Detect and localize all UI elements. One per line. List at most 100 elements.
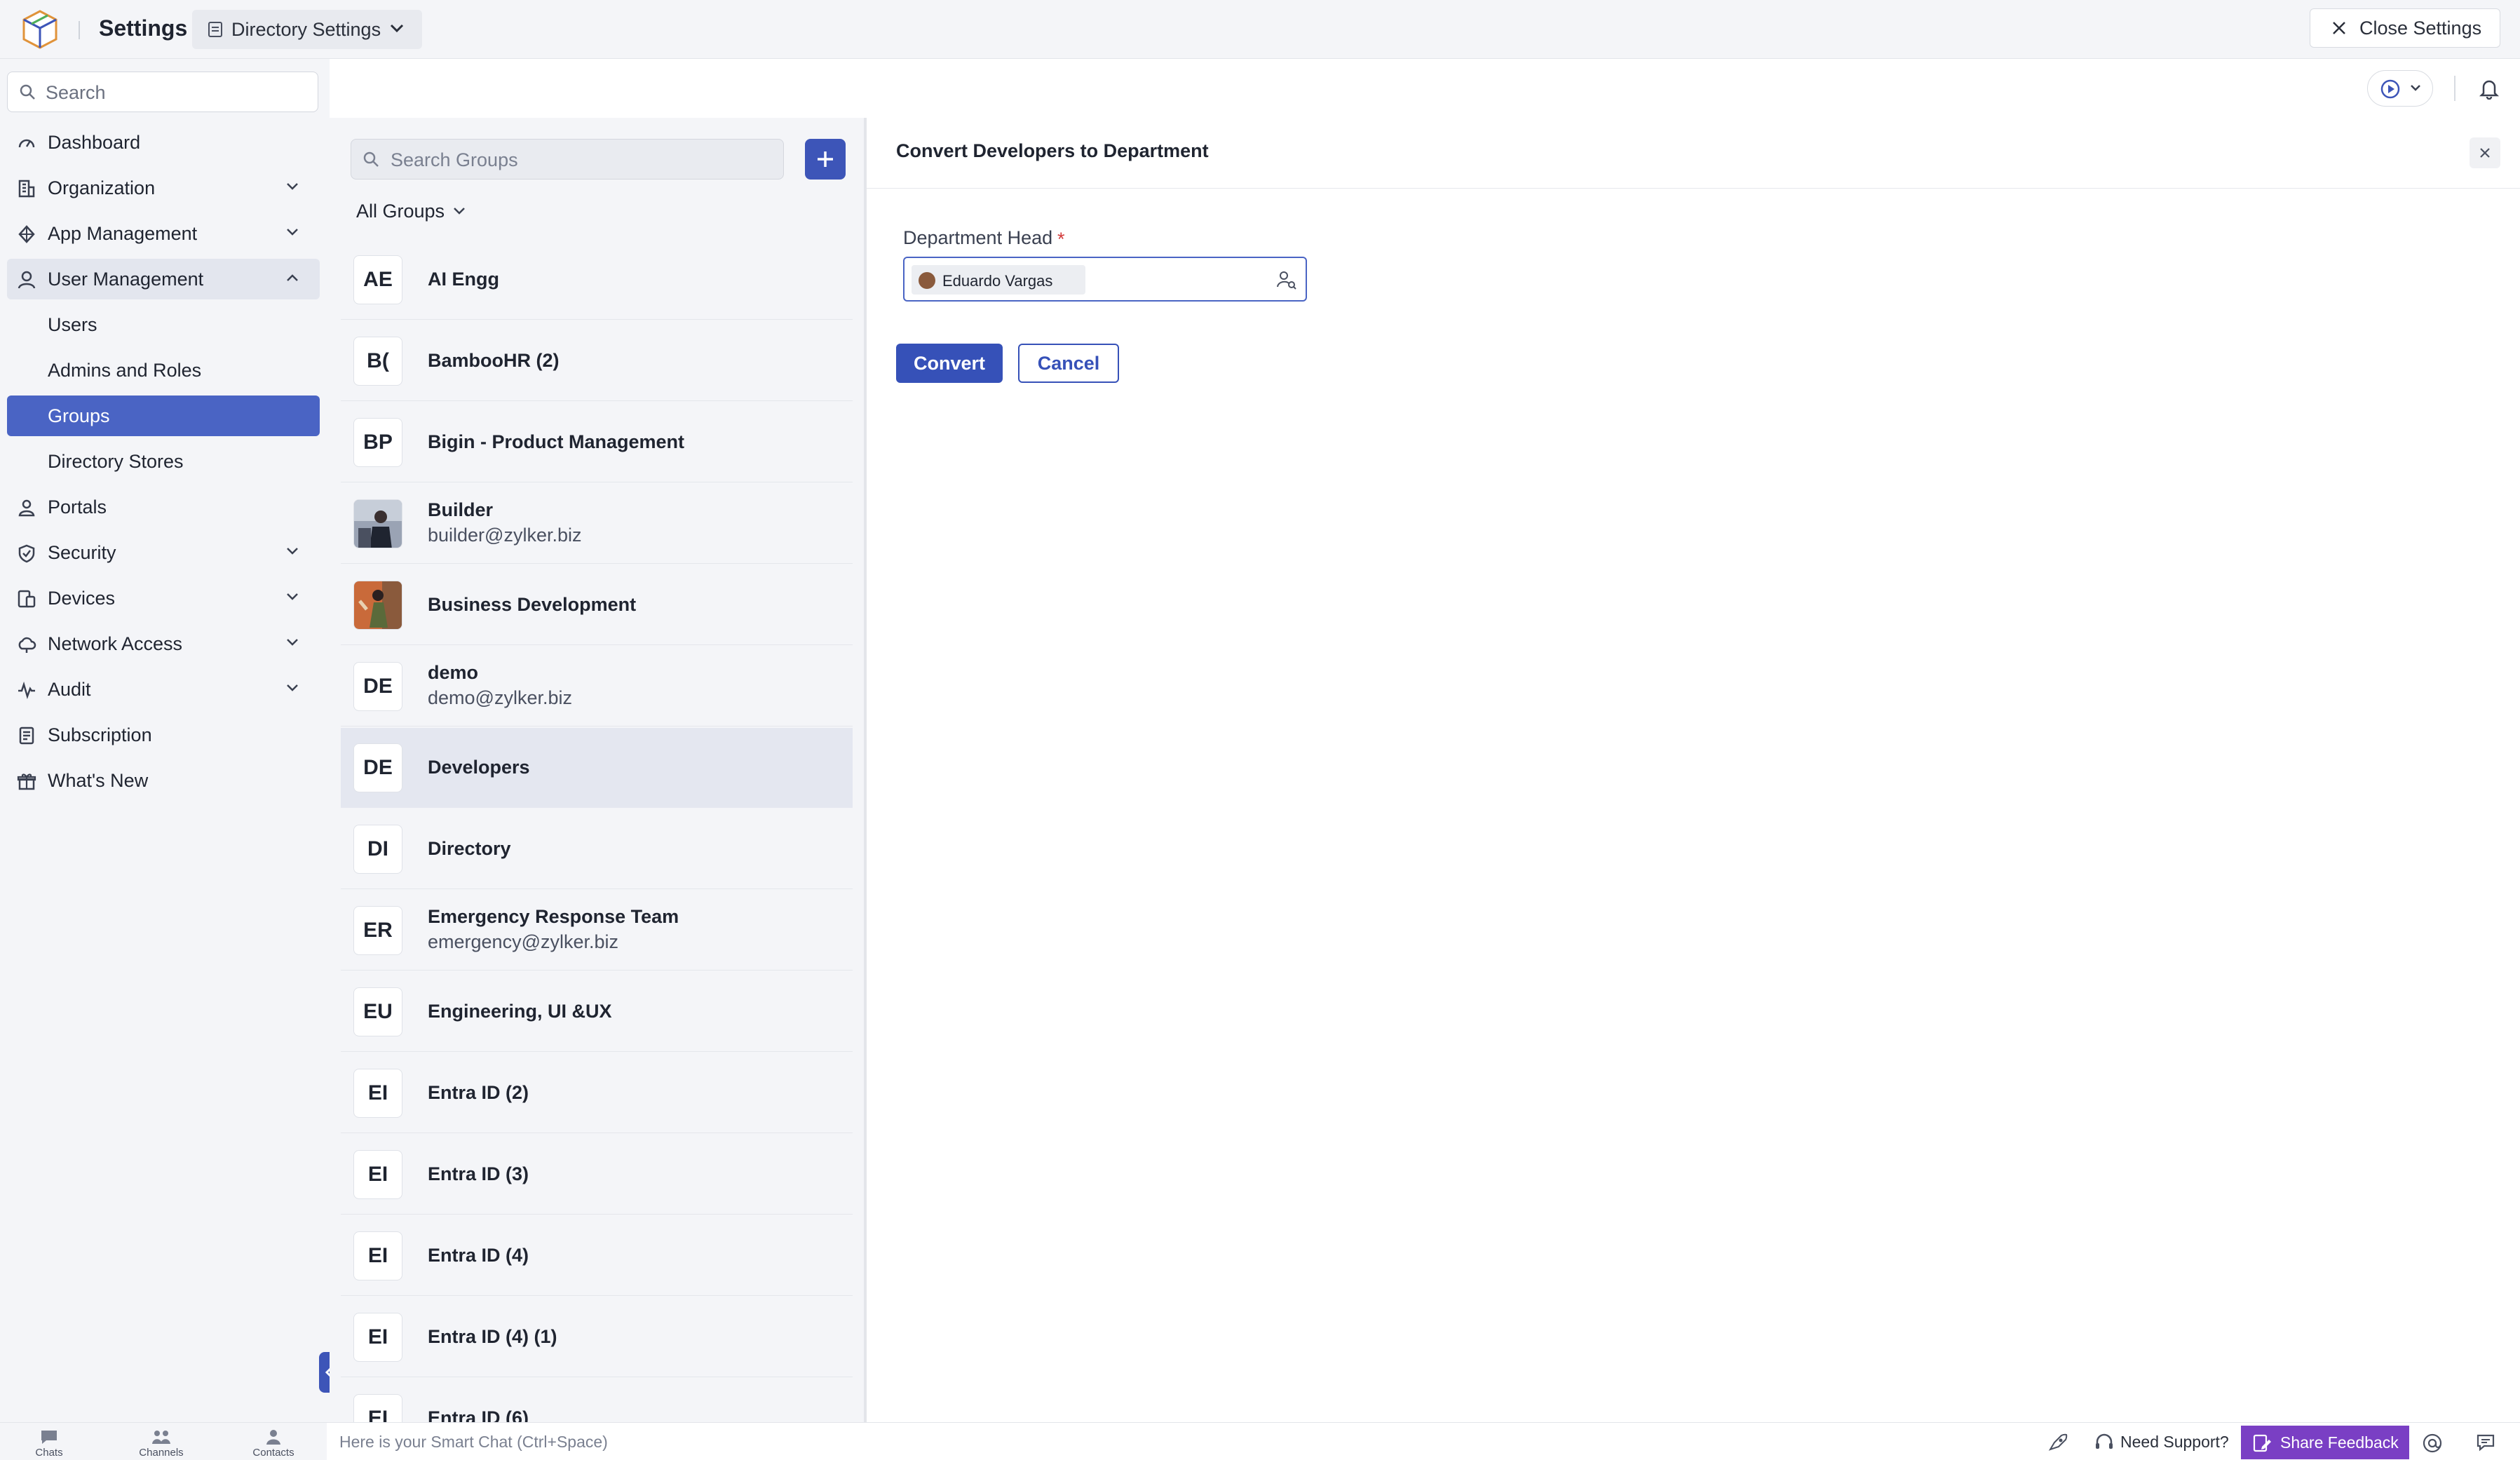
add-group-button[interactable] xyxy=(805,139,846,180)
sidebar-item-label: Organization xyxy=(48,177,156,198)
group-row[interactable]: EI Entra ID (4) xyxy=(341,1216,853,1296)
sidebar-item-organization[interactable]: Organization xyxy=(7,168,320,208)
group-avatar: AE xyxy=(353,255,402,304)
group-row[interactable]: AE AI Engg xyxy=(341,240,853,320)
sidebar-item-label: Dashboard xyxy=(48,132,141,153)
group-name: Entra ID (2) xyxy=(428,1082,529,1103)
sidebar-item-security[interactable]: Security xyxy=(7,532,320,573)
chat-tabs: Chats Channels Contacts xyxy=(0,1423,327,1460)
sidebar-subitem-admins-and-roles[interactable]: Admins and Roles xyxy=(7,350,320,391)
tab-label: Contacts xyxy=(252,1447,294,1459)
department-head-field[interactable]: Eduardo Vargas xyxy=(903,257,1307,302)
mention-icon[interactable] xyxy=(2422,1433,2443,1457)
directory-settings-label: Directory Settings xyxy=(231,19,381,40)
chevron-down-icon[interactable] xyxy=(453,206,466,219)
sidebar-item-network-access[interactable]: Network Access xyxy=(7,623,320,664)
sidebar-item-label: What's New xyxy=(48,770,149,791)
directory-settings-dropdown[interactable]: Directory Settings xyxy=(192,10,422,49)
bell-icon[interactable] xyxy=(2478,77,2500,103)
group-avatar: EU xyxy=(353,987,402,1036)
chevron-down-icon xyxy=(286,227,299,240)
group-row[interactable]: EI Entra ID (2) xyxy=(341,1053,853,1133)
dialog-divider xyxy=(867,188,2520,189)
sidebar-subitem-directory-stores[interactable]: Directory Stores xyxy=(7,441,320,482)
group-row[interactable]: EI Entra ID (4) (1) xyxy=(341,1297,853,1377)
sidebar-item-portals[interactable]: Portals xyxy=(7,487,320,527)
headset-icon[interactable] xyxy=(2094,1433,2115,1456)
sidebar-item-whats-new[interactable]: What's New xyxy=(7,760,320,801)
group-row[interactable]: EI Entra ID (3) xyxy=(341,1135,853,1215)
search-icon xyxy=(363,151,379,171)
group-row[interactable]: BP Bigin - Product Management xyxy=(341,403,853,482)
user-search-icon[interactable] xyxy=(1276,269,1297,294)
rocket-icon[interactable] xyxy=(2047,1433,2068,1456)
smart-chat-input[interactable]: Here is your Smart Chat (Ctrl+Space) xyxy=(339,1433,608,1452)
chat-bubble-icon[interactable] xyxy=(2475,1433,2496,1456)
group-row[interactable]: B( BambooHR (2) xyxy=(341,321,853,401)
tab-label: Channels xyxy=(139,1447,184,1459)
sidebar-item-label: Subscription xyxy=(48,724,152,745)
close-settings-button[interactable]: Close Settings xyxy=(2310,8,2500,48)
group-name: Business Development xyxy=(428,594,637,615)
cloud-icon xyxy=(17,635,36,654)
group-name: demo xyxy=(428,662,479,683)
app-logo xyxy=(20,8,60,50)
gift-icon xyxy=(17,771,36,791)
chevron-down-icon xyxy=(286,637,299,650)
group-name: Developers xyxy=(428,757,530,778)
sidebar-item-audit[interactable]: Audit xyxy=(7,669,320,710)
feedback-icon xyxy=(2252,1434,2272,1456)
sidebar-subitem-users[interactable]: Users xyxy=(7,304,320,345)
sidebar-item-dashboard[interactable]: Dashboard xyxy=(7,122,320,163)
sidebar: Search Dashboard Organization App Manage… xyxy=(0,59,330,1422)
chevron-down-icon xyxy=(286,592,299,604)
tab-contacts[interactable]: Contacts xyxy=(224,1426,323,1459)
group-row[interactable]: DI Directory xyxy=(341,809,853,889)
dialog-close-button[interactable] xyxy=(2470,137,2500,168)
tab-chats[interactable]: Chats xyxy=(0,1426,98,1459)
group-avatar: ER xyxy=(353,906,402,955)
header-separator xyxy=(2454,76,2455,101)
group-photo-avatar xyxy=(353,581,402,630)
group-name: Entra ID (4) xyxy=(428,1245,529,1266)
sidebar-item-subscription[interactable]: Subscription xyxy=(7,715,320,755)
sidebar-item-devices[interactable]: Devices xyxy=(7,578,320,619)
sidebar-search-input[interactable]: Search xyxy=(7,72,318,112)
need-support-link[interactable]: Need Support? xyxy=(2120,1433,2229,1452)
group-row[interactable]: EI Entra ID (6) xyxy=(341,1379,853,1422)
group-row[interactable]: EU Engineering, UI &UX xyxy=(341,972,853,1052)
search-groups-input[interactable]: Search Groups xyxy=(351,139,784,180)
chevron-down-icon xyxy=(390,23,404,36)
sidebar-item-app-management[interactable]: App Management xyxy=(7,213,320,254)
group-row-selected[interactable]: DE Developers xyxy=(341,728,853,808)
convert-button[interactable]: Convert xyxy=(896,344,1003,383)
app-management-icon xyxy=(17,224,36,244)
group-avatar: B( xyxy=(353,337,402,386)
cancel-button[interactable]: Cancel xyxy=(1018,344,1119,383)
group-name: BambooHR (2) xyxy=(428,350,560,371)
page-title: Settings xyxy=(99,15,188,41)
document-icon xyxy=(208,21,223,41)
tab-label: Chats xyxy=(35,1447,63,1459)
close-icon xyxy=(2480,148,2490,158)
subscription-icon xyxy=(17,726,36,745)
sidebar-item-label: User Management xyxy=(48,269,204,290)
sidebar-subitem-label: Groups xyxy=(48,405,110,426)
user-icon xyxy=(17,270,36,290)
group-row[interactable]: Builder builder@zylker.biz xyxy=(341,484,853,564)
presence-status-dropdown[interactable] xyxy=(2367,70,2433,107)
group-row[interactable]: ER Emergency Response Team emergency@zyl… xyxy=(341,891,853,971)
group-row[interactable]: DE demo demo@zylker.biz xyxy=(341,647,853,726)
share-feedback-button[interactable]: Share Feedback xyxy=(2241,1426,2409,1459)
sidebar-subitem-label: Directory Stores xyxy=(48,451,184,472)
chevron-down-icon xyxy=(286,546,299,559)
sidebar-subitem-groups[interactable]: Groups xyxy=(7,396,320,436)
group-name: Entra ID (4) (1) xyxy=(428,1326,557,1347)
group-row[interactable]: Business Development xyxy=(341,565,853,645)
sidebar-item-user-management[interactable]: User Management xyxy=(7,259,320,299)
all-groups-filter[interactable]: All Groups xyxy=(356,201,445,222)
close-icon xyxy=(2331,20,2347,39)
required-marker: * xyxy=(1057,229,1065,250)
selected-user-chip[interactable]: Eduardo Vargas xyxy=(912,265,1085,295)
tab-channels[interactable]: Channels xyxy=(112,1426,210,1459)
